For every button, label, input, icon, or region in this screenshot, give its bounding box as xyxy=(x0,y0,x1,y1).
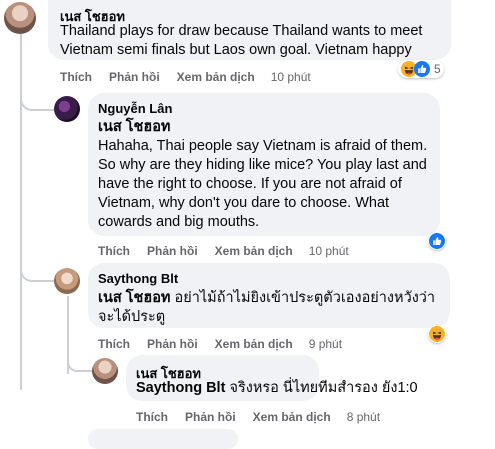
mention-name[interactable]: เนส โชฮอท xyxy=(98,119,171,135)
translate-button[interactable]: Xem bản dịch xyxy=(215,244,293,258)
timestamp[interactable]: 8 phút xyxy=(347,410,380,424)
comment-bubble xyxy=(88,429,238,449)
comment-actions: Thích Phản hồi Xem bản dịch 9 phút xyxy=(98,337,342,351)
comment-body: จริงหรอ นี่ไทยทีมสำรอง ยัง1:0 xyxy=(229,380,418,396)
reply-button[interactable]: Phản hồi xyxy=(147,244,198,258)
comment-actions: Thích Phản hồi Xem bản dịch 8 phút xyxy=(136,410,380,424)
reaction-summary[interactable]: 5 xyxy=(398,60,444,78)
like-button[interactable]: Thích xyxy=(60,70,92,84)
reaction-summary[interactable] xyxy=(428,325,446,343)
comment-author[interactable]: Nguyễn Lân xyxy=(98,101,172,116)
like-icon xyxy=(414,61,430,77)
mention-link[interactable]: เนส โชฮอท xyxy=(98,118,171,137)
comment-actions: Thích Phản hồi Xem bản dịch 10 phút xyxy=(98,244,349,258)
reply-button[interactable]: Phản hồi xyxy=(109,70,160,84)
avatar[interactable] xyxy=(54,96,80,122)
like-icon xyxy=(429,233,445,249)
translate-button[interactable]: Xem bản dịch xyxy=(215,337,293,351)
translate-button[interactable]: Xem bản dịch xyxy=(253,410,331,424)
thread-connector xyxy=(20,95,54,111)
like-button[interactable]: Thích xyxy=(136,410,168,424)
reaction-count: 5 xyxy=(434,62,441,76)
comment-text: Saythong Blt จริงหรอ นี่ไทยทีมสำรอง ยัง1… xyxy=(136,379,418,398)
comment-thread: เนส โชฮอท Thailand plays for draw becaus… xyxy=(0,0,495,449)
haha-icon xyxy=(429,326,445,342)
mention-name[interactable]: Saythong Blt xyxy=(136,380,225,396)
thread-line xyxy=(20,34,22,390)
mention-name[interactable]: เนส โชฮอท xyxy=(98,290,171,306)
comment-actions: Thích Phản hồi Xem bản dịch 10 phút xyxy=(60,70,311,84)
avatar[interactable] xyxy=(92,358,118,384)
thread-connector xyxy=(67,358,93,372)
comment-bubble: Saythong Blt เนส โชฮอท อย่าไม้ถ้าไม่ยิงเ… xyxy=(88,263,450,328)
avatar[interactable] xyxy=(4,2,36,34)
like-button[interactable]: Thích xyxy=(98,337,130,351)
like-button[interactable]: Thích xyxy=(98,244,130,258)
timestamp[interactable]: 9 phút xyxy=(309,337,342,351)
comment-bubble: เนส โชฮอท Saythong Blt จริงหรอ นี่ไทยทีม… xyxy=(126,355,418,401)
comment-text: Thailand plays for draw because Thailand… xyxy=(60,23,423,58)
comment-bubble: เนส โชฮอท Thailand plays for draw becaus… xyxy=(48,0,451,60)
avatar[interactable] xyxy=(54,268,80,294)
reply-button[interactable]: Phản hồi xyxy=(147,337,198,351)
comment-text: เนส โชฮอท อย่าไม้ถ้าไม่ยิงเข้าประตูตัวเอ… xyxy=(98,289,446,327)
reply-button[interactable]: Phản hồi xyxy=(185,410,236,424)
timestamp[interactable]: 10 phút xyxy=(309,244,349,258)
reaction-summary[interactable] xyxy=(428,232,446,250)
thread-connector xyxy=(20,266,54,282)
comment-text: Hahaha, Thai people say Vietnam is afrai… xyxy=(98,138,428,230)
comment-author[interactable]: Saythong Blt xyxy=(98,271,178,286)
comment-bubble: Nguyễn Lân เนส โชฮอท Hahaha, Thai people… xyxy=(88,93,440,236)
timestamp[interactable]: 10 phút xyxy=(271,70,311,84)
translate-button[interactable]: Xem bản dịch xyxy=(177,70,255,84)
